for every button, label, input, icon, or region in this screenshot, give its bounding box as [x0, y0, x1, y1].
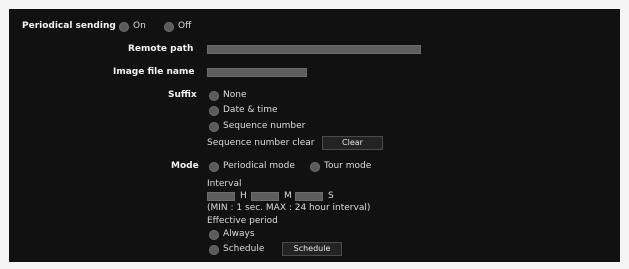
interval-minutes-unit: M: [284, 191, 292, 201]
remote-path-input[interactable]: [207, 45, 421, 54]
sequence-number-clear-label: Sequence number clear: [207, 138, 315, 148]
effective-period-always-radio[interactable]: [209, 230, 219, 240]
schedule-button[interactable]: Schedule: [282, 242, 342, 256]
remote-path-label: Remote path: [128, 44, 194, 54]
mode-periodical-label: Periodical mode: [223, 161, 295, 171]
suffix-date-time-label: Date & time: [223, 105, 278, 115]
interval-seconds-input[interactable]: [295, 192, 323, 201]
clear-button[interactable]: Clear: [322, 136, 383, 150]
suffix-none-radio[interactable]: [209, 91, 219, 101]
suffix-sequence-number-radio[interactable]: [209, 122, 219, 132]
interval-seconds-unit: S: [328, 191, 334, 201]
image-file-name-input[interactable]: [207, 68, 307, 77]
image-file-name-label: Image file name: [113, 67, 195, 77]
effective-period-schedule-label: Schedule: [223, 244, 265, 254]
mode-tour-radio[interactable]: [310, 162, 320, 172]
interval-label: Interval: [207, 179, 242, 189]
suffix-sequence-number-label: Sequence number: [223, 121, 306, 131]
periodical-sending-label: Periodical sending: [22, 21, 116, 31]
suffix-date-time-radio[interactable]: [209, 106, 219, 116]
mode-periodical-radio[interactable]: [209, 162, 219, 172]
periodical-sending-off-radio[interactable]: [164, 22, 174, 32]
effective-period-label: Effective period: [207, 216, 278, 226]
suffix-label: Suffix: [168, 90, 197, 100]
mode-tour-label: Tour mode: [324, 161, 372, 171]
periodical-sending-off-label: Off: [178, 21, 192, 31]
interval-hours-input[interactable]: [207, 192, 235, 201]
periodical-sending-on-label: On: [133, 21, 146, 31]
effective-period-always-label: Always: [223, 229, 255, 239]
suffix-none-label: None: [223, 90, 247, 100]
periodical-sending-on-radio[interactable]: [119, 22, 129, 32]
effective-period-schedule-radio[interactable]: [209, 245, 219, 255]
mode-label: Mode: [171, 161, 199, 171]
interval-minutes-input[interactable]: [251, 192, 279, 201]
interval-hint: (MIN : 1 sec. MAX : 24 hour interval): [207, 203, 371, 213]
interval-hours-unit: H: [240, 191, 247, 201]
